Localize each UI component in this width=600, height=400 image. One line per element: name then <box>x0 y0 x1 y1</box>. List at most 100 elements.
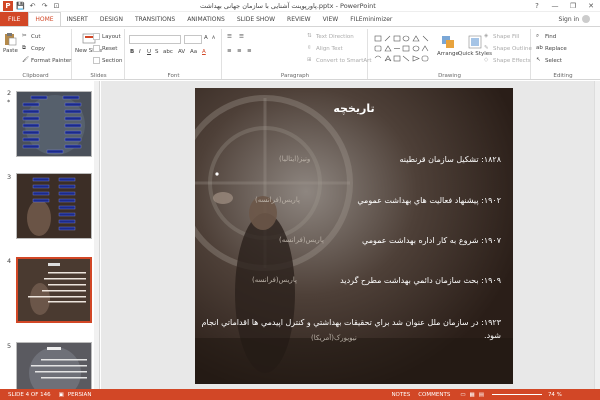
format-painter-label: Format Painter <box>31 57 72 64</box>
bullet-location: نیویورک(آمریکا) <box>311 334 357 342</box>
align-text-button[interactable]: ⇳ Align Text <box>307 45 343 52</box>
help-button[interactable]: ? <box>528 0 546 12</box>
align-center-button[interactable]: ≡ <box>237 48 244 55</box>
tab-fileminimizer[interactable]: FILEminimizer <box>344 12 398 26</box>
thumbnail-number: 2 <box>7 89 12 97</box>
language-indicator[interactable]: PERSIAN <box>68 392 92 398</box>
tab-slide-show[interactable]: SLIDE SHOW <box>231 12 281 26</box>
slide-title[interactable]: تاریخچه <box>195 102 513 115</box>
shape-effects-label: Shape Effects <box>493 57 531 64</box>
current-slide[interactable]: تاریخچه ۱۸۲۸: تشکیل سازمان قرنطینه ونیز(… <box>195 88 513 384</box>
close-button[interactable]: ✕ <box>582 0 600 12</box>
slides-group: New Slide Layout Reset Section Slides <box>73 29 125 79</box>
slide-bullet[interactable]: ۱۸۲۸: تشکیل سازمان قرنطینه <box>399 155 501 164</box>
shrink-font-button[interactable]: A <box>212 36 215 41</box>
slide-thumbnail[interactable] <box>16 173 92 239</box>
slide-thumbnail[interactable] <box>16 342 92 389</box>
tab-home[interactable]: HOME <box>28 12 61 26</box>
comments-button[interactable]: COMMENTS <box>418 392 450 398</box>
section-button[interactable]: Section <box>93 57 122 64</box>
start-slideshow-icon[interactable]: ⊡ <box>52 1 61 10</box>
reset-label: Reset <box>102 45 118 52</box>
select-button[interactable]: ↖ Select <box>536 57 562 64</box>
reset-button[interactable]: Reset <box>93 45 117 52</box>
grow-font-button[interactable]: A <box>204 35 208 41</box>
restore-button[interactable]: ❐ <box>564 0 582 12</box>
bullet-location: پاریس(فرانسه) <box>252 276 297 284</box>
char-spacing-button[interactable]: AV <box>178 49 185 55</box>
save-icon[interactable]: 💾 <box>16 1 25 10</box>
layout-icon <box>93 33 100 40</box>
shapes-gallery[interactable] <box>373 34 435 64</box>
tab-animations[interactable]: ANIMATIONS <box>181 12 231 26</box>
thumbnail-number: 5 <box>7 342 12 350</box>
editor-scrollbar[interactable] <box>594 81 600 389</box>
slide-bullet[interactable]: ۱۹۰۷: شروع به کار اداره بهداشت عمومي <box>362 236 501 245</box>
minimize-button[interactable]: — <box>546 0 564 12</box>
thumbnail-scrollbar[interactable] <box>94 81 99 389</box>
shape-fill-button[interactable]: ◈ Shape Fill <box>484 33 519 40</box>
slide-thumbnail[interactable] <box>16 91 92 157</box>
font-color-button[interactable]: A <box>202 49 206 55</box>
zoom-level[interactable]: 74 % <box>548 392 562 398</box>
text-direction-icon: ⇅ <box>307 33 312 39</box>
shadow-button[interactable]: S <box>155 49 159 55</box>
italic-button[interactable]: I <box>139 49 141 55</box>
tab-view[interactable]: VIEW <box>317 12 345 26</box>
text-direction-button[interactable]: ⇅ Text Direction <box>307 33 354 40</box>
tab-review[interactable]: REVIEW <box>281 12 317 26</box>
sign-in-link[interactable]: Sign in <box>559 15 590 23</box>
zoom-slider[interactable] <box>491 394 542 395</box>
status-bar: SLIDE 4 OF 146 ▣ PERSIAN NOTES COMMENTS … <box>0 389 600 400</box>
proofing-icon[interactable]: ▣ <box>59 392 64 398</box>
copy-button[interactable]: ⧉ Copy <box>22 45 45 52</box>
cut-button[interactable]: ✂ Cut <box>22 33 40 40</box>
slide-sorter-icon[interactable]: ▦ <box>470 392 475 398</box>
layout-button[interactable]: Layout <box>93 33 121 40</box>
arrange-button[interactable]: Arrange <box>437 35 459 57</box>
replace-icon: ab <box>536 45 543 51</box>
paste-button[interactable]: Paste <box>3 32 18 54</box>
format-painter-button[interactable]: 🖌 Format Painter <box>22 57 71 64</box>
tab-insert[interactable]: INSERT <box>61 12 94 26</box>
notes-button[interactable]: NOTES <box>391 392 410 398</box>
slide-bullet[interactable]: ۱۹۰۹: بحث سازمان دائمي بهداشت مطرح گردید <box>340 276 501 285</box>
shape-outline-button[interactable]: ✎ Shape Outline <box>484 45 532 52</box>
undo-icon[interactable]: ↶ <box>28 1 37 10</box>
tab-file[interactable]: FILE <box>0 12 29 26</box>
sign-in-label[interactable]: Sign in <box>559 16 579 23</box>
change-case-button[interactable]: Aa <box>190 49 197 55</box>
align-left-button[interactable]: ≡ <box>227 48 234 55</box>
replace-label: Replace <box>545 45 567 52</box>
reading-view-icon[interactable]: ▤ <box>479 392 484 398</box>
editing-group: ⌕ Find ab Replace ↖ Select Editing <box>532 29 594 79</box>
convert-smartart-button[interactable]: ⊞ Convert to SmartArt <box>307 57 372 64</box>
ribbon: Paste ✂ Cut ⧉ Copy 🖌 Format Painter Clipboa… <box>0 26 600 80</box>
section-label: Section <box>102 57 123 64</box>
underline-button[interactable]: U <box>147 49 151 55</box>
slide-3-preview <box>17 174 91 238</box>
find-button[interactable]: ⌕ Find <box>536 33 556 40</box>
font-name-select[interactable] <box>129 35 181 44</box>
tab-design[interactable]: DESIGN <box>94 12 129 26</box>
section-icon <box>93 57 100 64</box>
powerpoint-logo-icon[interactable]: P <box>3 0 13 11</box>
thumbnail-animation-star: * <box>7 98 11 106</box>
numbering-button[interactable]: ☰ <box>239 34 246 41</box>
bold-button[interactable]: B <box>130 49 134 55</box>
align-right-button[interactable]: ≡ <box>247 48 254 55</box>
slide-thumbnail-selected[interactable] <box>16 257 92 323</box>
tab-transitions[interactable]: TRANSITIONS <box>129 12 181 26</box>
strikethrough-button[interactable]: abc <box>163 49 173 55</box>
avatar[interactable] <box>582 15 590 23</box>
replace-button[interactable]: ab Replace <box>536 45 567 52</box>
font-size-select[interactable] <box>184 35 202 44</box>
magnifier-icon: ⌕ <box>536 33 540 39</box>
title-bar: P 💾 ↶ ↷ ⊡ پاورپوینت آشنایی با سازمان جها… <box>0 0 600 12</box>
bullets-button[interactable]: ☰ <box>227 34 234 41</box>
slide-bullet[interactable]: ۱۹۰۲: پیشنهاد فعالیت هاي بهداشت عمومي <box>357 196 501 205</box>
shape-effects-button[interactable]: ◇ Shape Effects <box>484 57 531 64</box>
clipboard-label: Clipboard <box>22 73 49 79</box>
normal-view-icon[interactable]: ▭ <box>460 392 465 398</box>
redo-icon[interactable]: ↷ <box>40 1 49 10</box>
